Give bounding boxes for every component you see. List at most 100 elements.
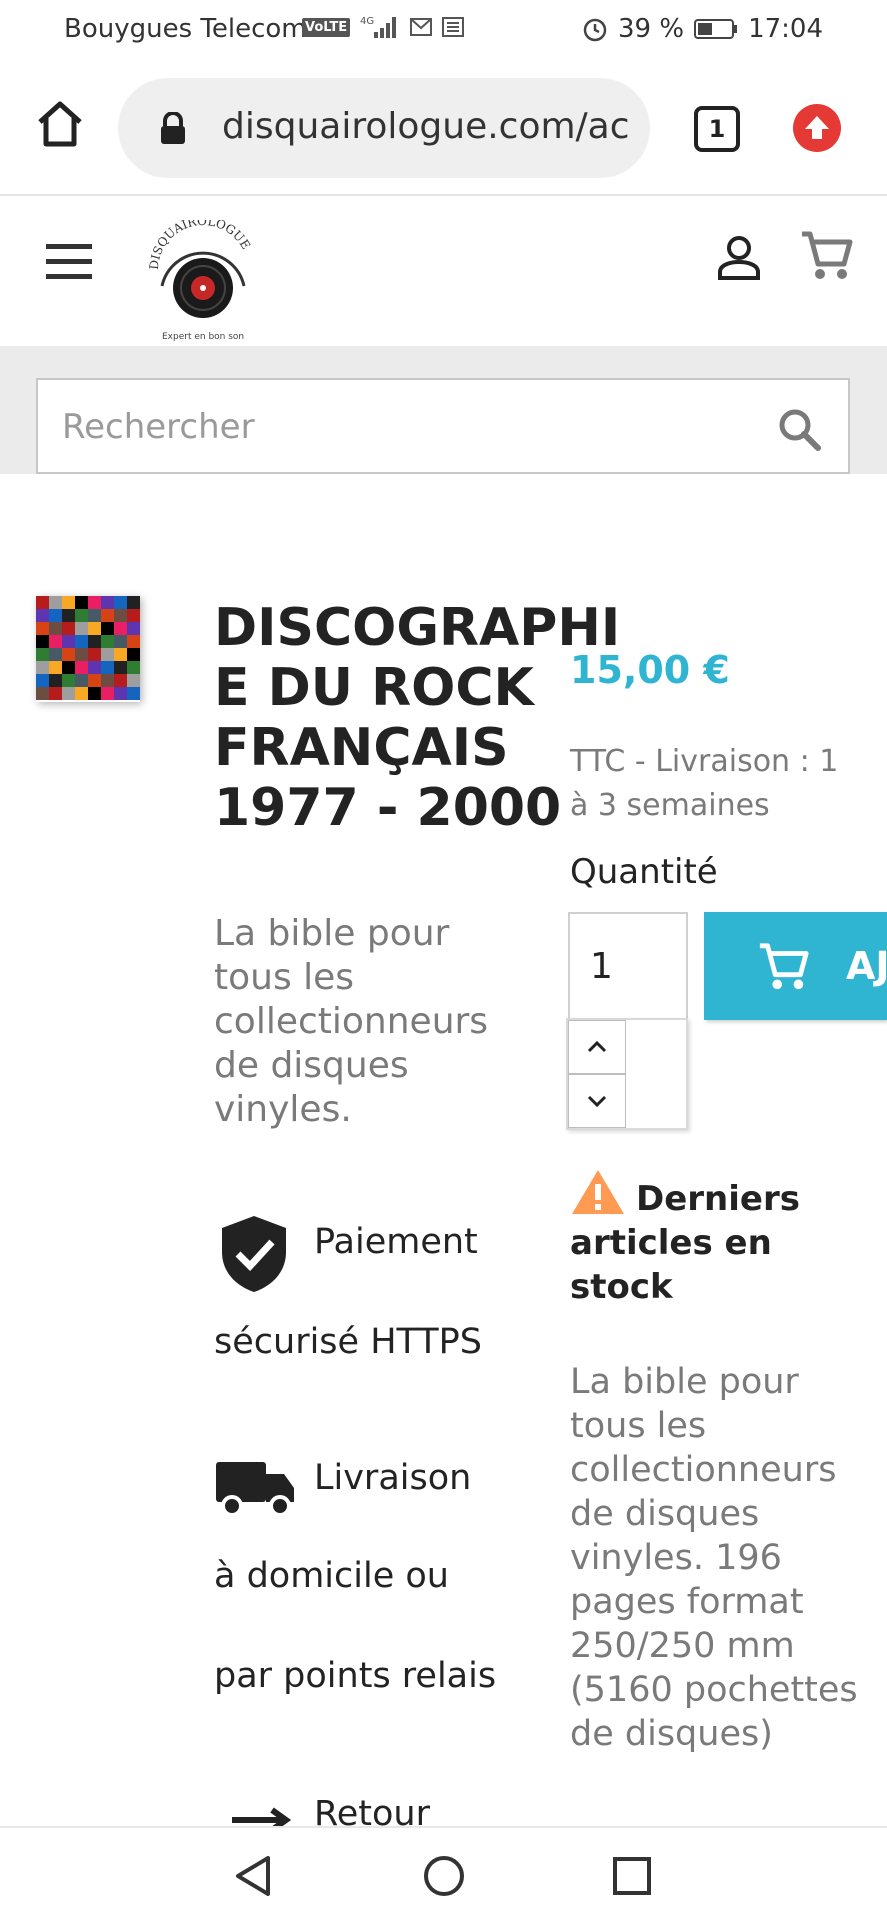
menu-icon-bar (46, 259, 92, 264)
update-button[interactable] (793, 104, 841, 152)
tab-switcher-button[interactable]: 1 (694, 106, 740, 152)
search-section (0, 346, 887, 474)
album-cover-tile (75, 648, 88, 661)
album-cover-tile (49, 596, 62, 609)
album-cover-tile (62, 596, 75, 609)
account-icon[interactable] (716, 234, 762, 280)
album-cover-tile (62, 635, 75, 648)
album-cover-tile (36, 674, 49, 687)
battery-icon (694, 19, 738, 39)
album-cover-tile (49, 648, 62, 661)
stock-notice: Derniers articles en stock (570, 1168, 870, 1309)
album-cover-tile (62, 674, 75, 687)
back-icon[interactable] (230, 1852, 278, 1900)
album-cover-tile (88, 596, 101, 609)
add-to-cart-button[interactable]: AJ (704, 912, 887, 1020)
album-cover-tile (101, 674, 114, 687)
album-cover-tile (49, 687, 62, 700)
chevron-down-icon (587, 1095, 607, 1108)
add-to-cart-label: AJ (846, 944, 887, 988)
album-cover-tile (101, 635, 114, 648)
cart-icon (759, 943, 809, 990)
album-cover-tile (88, 635, 101, 648)
album-cover-tile (88, 648, 101, 661)
album-cover-tile (36, 596, 49, 609)
status-icons: VoLTE 4G (302, 14, 465, 40)
reassurance-line: Livraison (314, 1458, 472, 1498)
album-cover-tile (127, 687, 140, 700)
quantity-up-button[interactable] (568, 1020, 626, 1074)
album-cover-tile (127, 674, 140, 687)
lock-icon (161, 112, 185, 144)
volte-badge: VoLTE (302, 17, 351, 37)
product-thumbnail[interactable] (36, 596, 140, 702)
warning-icon (572, 1170, 624, 1214)
album-cover-tile (75, 622, 88, 635)
album-cover-tile (62, 648, 75, 661)
search-icon[interactable] (776, 406, 822, 452)
arrow-up-icon (805, 116, 829, 139)
album-cover-tile (49, 635, 62, 648)
album-cover-tile (101, 648, 114, 661)
menu-icon-bar (46, 244, 92, 249)
album-cover-tile (36, 609, 49, 622)
carrier-name: Bouygues Telecom (64, 14, 307, 44)
album-cover-tile (88, 609, 101, 622)
reassurance-line: à domicile ou (214, 1556, 449, 1596)
album-cover-tile (62, 687, 75, 700)
album-cover-tile (75, 674, 88, 687)
album-cover-tile (49, 622, 62, 635)
menu-button[interactable] (46, 244, 92, 284)
signal-icon: 4G (360, 16, 397, 38)
menu-icon-bar (46, 274, 92, 279)
album-cover-tile (114, 687, 127, 700)
album-cover-tile (114, 635, 127, 648)
product-price: 15,00 € (570, 648, 730, 692)
search-box (36, 378, 850, 474)
shield-check-icon (222, 1216, 286, 1292)
quantity-down-button[interactable] (568, 1074, 626, 1128)
album-cover-tile (101, 622, 114, 635)
album-cover-tile (49, 609, 62, 622)
home-nav-icon[interactable] (420, 1852, 468, 1900)
mail-icon (410, 18, 433, 36)
album-cover-tile (75, 596, 88, 609)
clock: 17:04 (748, 14, 823, 44)
album-cover-tile (62, 609, 75, 622)
recents-icon[interactable] (608, 1852, 656, 1900)
album-cover-tile (88, 687, 101, 700)
home-button[interactable] (30, 94, 90, 154)
status-bar: Bouygues Telecom VoLTE 4G 39 % 17:04 (0, 0, 887, 60)
album-cover-tile (127, 622, 140, 635)
search-input[interactable] (62, 402, 762, 452)
album-cover-tile (114, 674, 127, 687)
address-bar[interactable]: disquairologue.com/ac (118, 78, 650, 178)
album-cover-tile (114, 609, 127, 622)
album-cover-tile (101, 687, 114, 700)
site-logo[interactable]: DISQUAIROLOGUE Expert en bon son (147, 214, 258, 342)
product-description: La bible pour tous les collectionneurs d… (570, 1362, 858, 1754)
album-cover-tile (36, 622, 49, 635)
quantity-stepper (566, 1018, 688, 1130)
system-nav-bar (0, 1826, 887, 1920)
reassurance-line: Paiement (314, 1222, 478, 1262)
truck-icon (216, 1462, 294, 1517)
album-cover-tile (36, 635, 49, 648)
album-cover-tile (36, 661, 49, 674)
logo-tagline: Expert en bon son (162, 332, 245, 342)
album-cover-tile (114, 661, 127, 674)
album-cover-tile (127, 596, 140, 609)
product-short-description: La bible pour tous les collectionneurs d… (214, 913, 489, 1130)
album-cover-tile (75, 609, 88, 622)
cart-icon[interactable] (798, 228, 854, 284)
album-cover-tile (114, 622, 127, 635)
thumbnail-mosaic (36, 596, 140, 700)
quantity-input[interactable] (570, 914, 686, 1018)
chevron-up-icon (587, 1040, 607, 1053)
album-cover-tile (101, 609, 114, 622)
return-arrows-icon (232, 1807, 292, 1828)
album-cover-tile (36, 648, 49, 661)
album-cover-tile (101, 596, 114, 609)
battery-percent: 39 % (618, 14, 685, 44)
album-cover-tile (36, 687, 49, 700)
